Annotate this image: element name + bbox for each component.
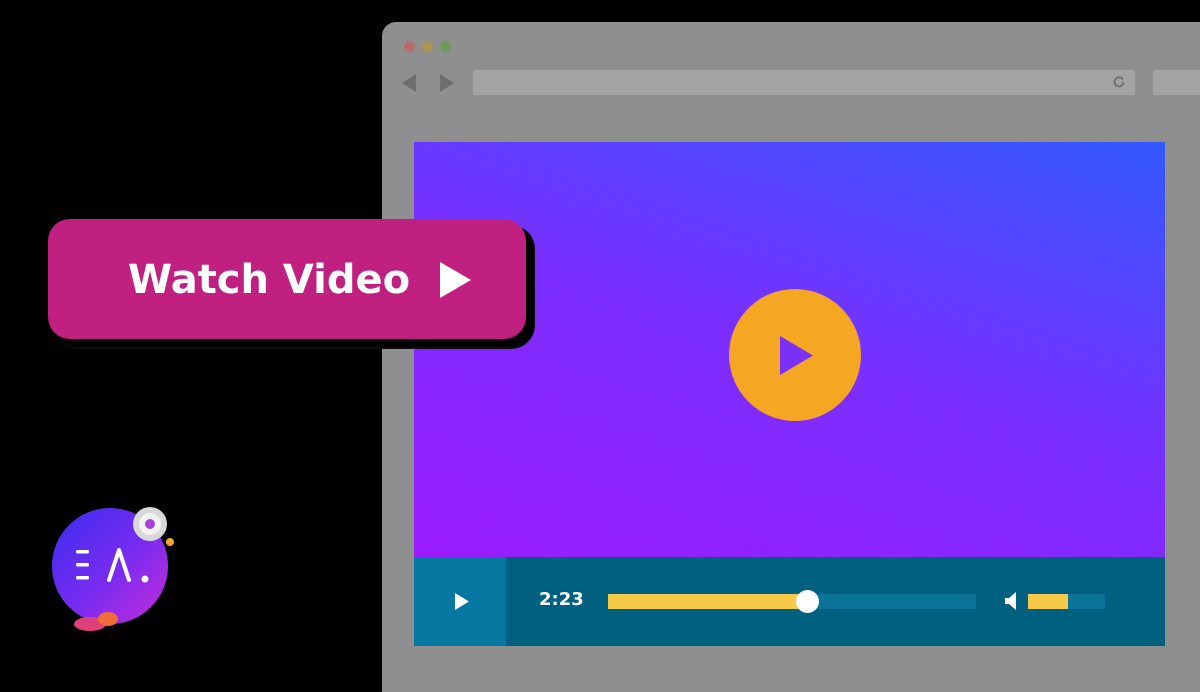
volume-slider[interactable] bbox=[1028, 594, 1105, 609]
watch-video-label: Watch Video bbox=[128, 257, 411, 303]
current-time: 2:23 bbox=[539, 589, 584, 610]
maximize-window-button[interactable] bbox=[440, 41, 451, 52]
window-controls bbox=[404, 41, 451, 52]
watch-video-button[interactable]: Watch Video bbox=[48, 219, 526, 339]
essential-addons-logo bbox=[52, 507, 174, 631]
progress-bar[interactable] bbox=[608, 590, 976, 613]
control-play-button[interactable] bbox=[414, 557, 506, 646]
play-icon bbox=[780, 336, 813, 375]
close-window-button[interactable] bbox=[404, 41, 415, 52]
big-play-button[interactable] bbox=[729, 289, 861, 421]
progress-thumb[interactable] bbox=[795, 590, 819, 613]
volume-fill bbox=[1028, 594, 1069, 609]
progress-fill bbox=[608, 594, 807, 609]
speaker-icon[interactable] bbox=[1004, 591, 1022, 611]
minimize-window-button[interactable] bbox=[422, 41, 433, 52]
play-icon bbox=[455, 593, 469, 610]
address-bar[interactable] bbox=[473, 70, 1135, 95]
toolbar-field[interactable] bbox=[1153, 70, 1200, 95]
video-player: 2:23 bbox=[414, 142, 1165, 646]
play-icon bbox=[440, 262, 471, 298]
control-bar: 2:23 bbox=[414, 557, 1165, 646]
reload-icon[interactable] bbox=[1111, 74, 1127, 90]
video-screen[interactable] bbox=[414, 142, 1165, 557]
back-arrow-icon[interactable] bbox=[402, 74, 416, 92]
forward-arrow-icon[interactable] bbox=[440, 74, 454, 92]
